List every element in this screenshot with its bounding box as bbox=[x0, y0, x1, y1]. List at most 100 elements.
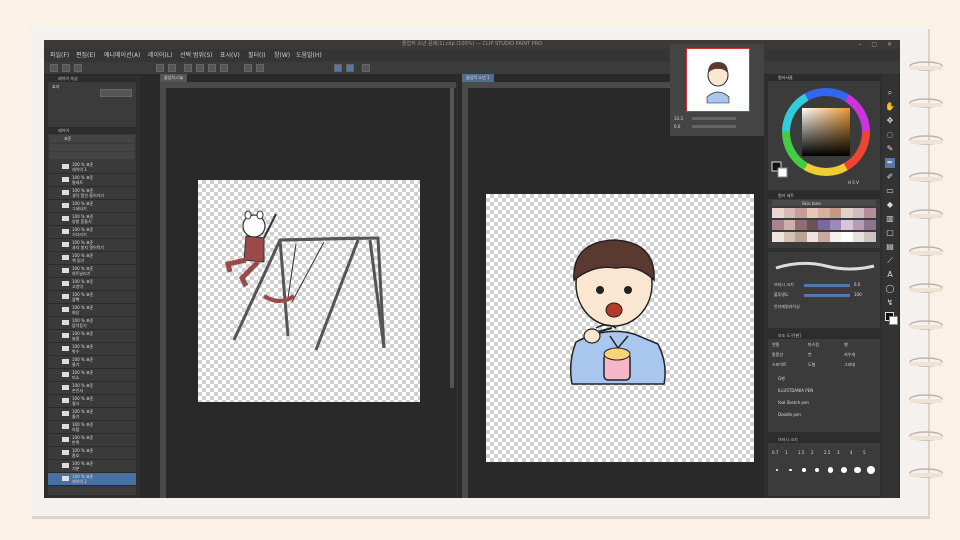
eye-icon[interactable] bbox=[50, 217, 53, 220]
brush-size-dot[interactable] bbox=[854, 466, 861, 474]
menu-filter[interactable]: 필터(I) bbox=[248, 49, 266, 62]
color-swatch[interactable] bbox=[841, 232, 853, 242]
layer-row[interactable]: 100 % 표준 책 읽기 bbox=[48, 252, 136, 265]
color-swatch[interactable] bbox=[795, 208, 807, 218]
brush-size-dot[interactable] bbox=[802, 468, 806, 472]
color-swatch[interactable] bbox=[852, 220, 865, 230]
subtool-tab[interactable]: 펜 bbox=[844, 342, 848, 348]
brush-size-value[interactable]: 6.0 bbox=[854, 282, 860, 287]
opacity-value[interactable]: 100 bbox=[854, 292, 862, 297]
color-mode-label[interactable]: H S V bbox=[848, 180, 859, 185]
layer-row[interactable]: 100 % 표준 레이어 1 bbox=[48, 161, 136, 174]
color-swatch[interactable] bbox=[795, 220, 807, 230]
ruler-tool-icon[interactable]: ⟋ bbox=[885, 256, 895, 266]
eye-icon[interactable] bbox=[50, 191, 53, 194]
layer-row[interactable]: 100 % 표준 과자 봉지 열어먹기 bbox=[48, 239, 136, 252]
blend-mode-select[interactable]: 표준 bbox=[50, 135, 134, 142]
undo-icon[interactable] bbox=[208, 64, 216, 72]
brush-size-option[interactable]: 4 bbox=[850, 450, 853, 455]
layer-row[interactable]: 100 % 표준 하트날리기 bbox=[48, 265, 136, 278]
brush-size-option[interactable]: 3 bbox=[837, 450, 840, 455]
layer-row[interactable]: 100 % 표준 양팔 흔들기 bbox=[48, 213, 136, 226]
navigator-zoom[interactable]: 33.3 bbox=[674, 116, 683, 121]
eye-icon[interactable] bbox=[50, 451, 53, 454]
subtool-tab[interactable]: 지우개 bbox=[844, 352, 855, 358]
color-swatch[interactable] bbox=[795, 232, 807, 242]
color-swatch[interactable] bbox=[772, 232, 784, 242]
eye-icon[interactable] bbox=[50, 399, 53, 402]
layer-row[interactable]: 100 % 표준 팔레트 bbox=[48, 174, 136, 187]
layer-row[interactable]: 100 % 표준 생각 풍선 들어가기 bbox=[48, 187, 136, 200]
eye-icon[interactable] bbox=[50, 464, 53, 467]
brush-size-dot[interactable] bbox=[789, 468, 792, 472]
menu-window[interactable]: 창(W) bbox=[274, 49, 290, 62]
layer-row[interactable]: 100 % 표준 박수 bbox=[48, 343, 136, 356]
color-swatch[interactable] bbox=[852, 208, 865, 218]
layer-row[interactable]: 100 % 표준 울기 bbox=[48, 356, 136, 369]
eye-icon[interactable] bbox=[50, 386, 53, 389]
color-swatch[interactable] bbox=[818, 232, 830, 242]
ruler-icon[interactable] bbox=[346, 64, 354, 72]
layer-row[interactable]: 100 % 표준 놀람 bbox=[48, 330, 136, 343]
color-swatch[interactable] bbox=[841, 208, 853, 218]
correction-icon[interactable]: ↯ bbox=[885, 298, 895, 308]
eye-icon[interactable] bbox=[50, 425, 53, 428]
color-set-select[interactable]: Skin tone bbox=[772, 200, 876, 206]
folder-icon[interactable] bbox=[184, 64, 192, 72]
color-swatch[interactable] bbox=[772, 208, 784, 218]
brush-item[interactable]: Doodle pen bbox=[778, 412, 801, 417]
eye-icon[interactable] bbox=[50, 178, 53, 181]
pen-icon[interactable] bbox=[362, 64, 370, 72]
navigator-rotate[interactable]: 0.0 bbox=[674, 124, 680, 129]
tab-document-right[interactable]: 졸업작 소년 1 bbox=[462, 74, 494, 82]
gradient-icon[interactable]: ▥ bbox=[885, 214, 895, 224]
layer-row[interactable]: 100 % 표준 그네타기 bbox=[48, 200, 136, 213]
brush-size-option[interactable]: 2 bbox=[811, 450, 814, 455]
menu-edit[interactable]: 편집(E) bbox=[76, 49, 96, 62]
text-icon[interactable]: A bbox=[885, 270, 895, 280]
menu-selection[interactable]: 선택 범위(S) bbox=[180, 49, 212, 62]
color-swatch[interactable] bbox=[783, 232, 796, 242]
opacity-slider[interactable] bbox=[804, 294, 850, 297]
brush-size-dot[interactable] bbox=[815, 467, 820, 473]
subtool-tab[interactable]: 스포이트 bbox=[772, 362, 787, 368]
eye-icon[interactable] bbox=[50, 295, 53, 298]
eyedropper-icon[interactable]: ✎ bbox=[885, 144, 895, 154]
eraser-icon[interactable]: ▭ bbox=[885, 186, 895, 196]
layer-row[interactable]: 100 % 표준 반짝 bbox=[48, 434, 136, 447]
menu-help[interactable]: 도움말(H) bbox=[296, 49, 322, 62]
clear-icon[interactable] bbox=[244, 64, 252, 72]
menu-layer[interactable]: 레이어(L) bbox=[148, 49, 173, 62]
color-swatch[interactable] bbox=[783, 208, 796, 218]
navigator-preview[interactable] bbox=[686, 48, 750, 112]
brush-size-option[interactable]: 5 bbox=[863, 450, 866, 455]
layer-row[interactable]: 100 % 표준 회상 bbox=[48, 304, 136, 317]
eye-icon[interactable] bbox=[50, 269, 53, 272]
brush-item[interactable]: ILLUSTDANIA PEN bbox=[778, 388, 813, 393]
layer-row[interactable]: 100 % 표준 하품 bbox=[48, 421, 136, 434]
color-swatch[interactable] bbox=[864, 220, 876, 230]
vertical-scrollbar-left[interactable] bbox=[450, 88, 454, 388]
menu-icon[interactable] bbox=[156, 64, 164, 72]
canvas-right[interactable] bbox=[486, 194, 754, 462]
layer-row[interactable]: 100 % 표준 고양이 bbox=[48, 278, 136, 291]
eye-icon[interactable] bbox=[50, 243, 53, 246]
subtool-tab[interactable]: 도형 bbox=[808, 362, 815, 368]
color-swatch[interactable] bbox=[864, 208, 876, 218]
tab-document-left[interactable]: 졸업작.clip bbox=[160, 74, 188, 82]
toolbar-background-color[interactable] bbox=[889, 316, 898, 325]
layer-row[interactable]: 100 % 표준 기다리기 bbox=[48, 226, 136, 239]
menu-animation[interactable]: 애니메이션(A) bbox=[104, 49, 140, 62]
move-icon[interactable]: ✥ bbox=[885, 116, 895, 126]
window-controls[interactable]: – ▢ ✕ bbox=[858, 40, 896, 49]
eye-icon[interactable] bbox=[50, 477, 53, 480]
color-swatch[interactable] bbox=[818, 208, 830, 218]
color-swatch[interactable] bbox=[818, 220, 830, 230]
color-swatch[interactable] bbox=[852, 232, 865, 242]
color-wheel[interactable] bbox=[768, 82, 880, 190]
eye-icon[interactable] bbox=[50, 230, 53, 233]
layer-row[interactable]: 100 % 표준 기본 bbox=[48, 460, 136, 473]
snap-icon[interactable] bbox=[334, 64, 342, 72]
eye-icon[interactable] bbox=[50, 334, 53, 337]
eye-icon[interactable] bbox=[50, 321, 53, 324]
